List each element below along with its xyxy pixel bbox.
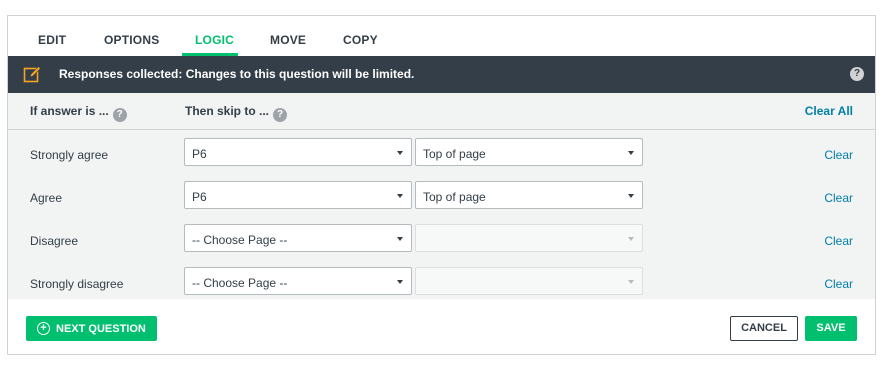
logic-row: Disagree -- Choose Page -- Clear bbox=[8, 220, 875, 263]
logic-row: Strongly disagree -- Choose Page -- Clea… bbox=[8, 263, 875, 306]
divider bbox=[8, 129, 875, 130]
page-select-value: P6 bbox=[192, 190, 207, 204]
then-skip-header: Then skip to ...? bbox=[185, 104, 288, 122]
chevron-down-icon bbox=[628, 280, 634, 284]
next-question-button[interactable]: + NEXT QUESTION bbox=[26, 316, 157, 341]
answer-label: Strongly agree bbox=[30, 148, 109, 162]
chevron-down-icon bbox=[628, 194, 634, 198]
help-icon[interactable]: ? bbox=[850, 67, 864, 81]
then-skip-header-label: Then skip to ... bbox=[185, 104, 270, 118]
tab-copy[interactable]: COPY bbox=[343, 33, 378, 47]
chevron-down-icon bbox=[628, 151, 634, 155]
plus-circle-icon: + bbox=[37, 322, 50, 335]
logic-row: Strongly agree P6 Top of page Clear bbox=[8, 134, 875, 177]
responses-collected-banner: Responses collected: Changes to this que… bbox=[8, 56, 875, 93]
position-select bbox=[415, 224, 643, 252]
clear-row-link[interactable]: Clear bbox=[824, 148, 853, 162]
position-select[interactable]: Top of page bbox=[415, 181, 643, 209]
tab-options[interactable]: OPTIONS bbox=[104, 33, 159, 47]
tab-bar: EDIT OPTIONS LOGIC MOVE COPY bbox=[8, 16, 875, 56]
banner-message: Responses collected: Changes to this que… bbox=[59, 67, 415, 81]
chevron-down-icon bbox=[628, 237, 634, 241]
logic-row: Agree P6 Top of page Clear bbox=[8, 177, 875, 220]
skip-logic-section: If answer is ...? Then skip to ...? Clea… bbox=[8, 93, 875, 299]
answer-label: Disagree bbox=[30, 234, 79, 248]
page-select[interactable]: -- Choose Page -- bbox=[184, 267, 412, 295]
position-select-value: Top of page bbox=[423, 147, 486, 161]
page-select-value: P6 bbox=[192, 147, 207, 161]
page-select-value: -- Choose Page -- bbox=[192, 276, 288, 290]
help-icon[interactable]: ? bbox=[273, 108, 288, 122]
page-select[interactable]: P6 bbox=[184, 181, 412, 209]
clear-row-link[interactable]: Clear bbox=[824, 191, 853, 205]
tab-edit[interactable]: EDIT bbox=[38, 33, 66, 47]
save-button[interactable]: SAVE bbox=[805, 316, 857, 341]
next-question-label: NEXT QUESTION bbox=[56, 323, 146, 335]
chevron-down-icon bbox=[397, 151, 403, 155]
help-icon[interactable]: ? bbox=[112, 108, 127, 122]
cancel-button[interactable]: CANCEL bbox=[730, 316, 798, 341]
answer-label: Agree bbox=[30, 191, 63, 205]
chevron-down-icon bbox=[397, 237, 403, 241]
page-select[interactable]: -- Choose Page -- bbox=[184, 224, 412, 252]
page-select[interactable]: P6 bbox=[184, 138, 412, 166]
clear-row-link[interactable]: Clear bbox=[824, 277, 853, 291]
answer-label: Strongly disagree bbox=[30, 277, 124, 291]
if-answer-header-label: If answer is ... bbox=[30, 104, 109, 118]
edit-icon bbox=[23, 66, 41, 83]
tab-logic[interactable]: LOGIC bbox=[195, 33, 234, 47]
clear-row-link[interactable]: Clear bbox=[824, 234, 853, 248]
clear-all-link[interactable]: Clear All bbox=[805, 104, 853, 118]
position-select bbox=[415, 267, 643, 295]
page-select-value: -- Choose Page -- bbox=[192, 233, 288, 247]
tab-move[interactable]: MOVE bbox=[270, 33, 306, 47]
question-editor-panel: EDIT OPTIONS LOGIC MOVE COPY Responses c… bbox=[7, 15, 876, 355]
position-select-value: Top of page bbox=[423, 190, 486, 204]
if-answer-header: If answer is ...? bbox=[30, 104, 127, 122]
chevron-down-icon bbox=[397, 280, 403, 284]
chevron-down-icon bbox=[397, 194, 403, 198]
position-select[interactable]: Top of page bbox=[415, 138, 643, 166]
